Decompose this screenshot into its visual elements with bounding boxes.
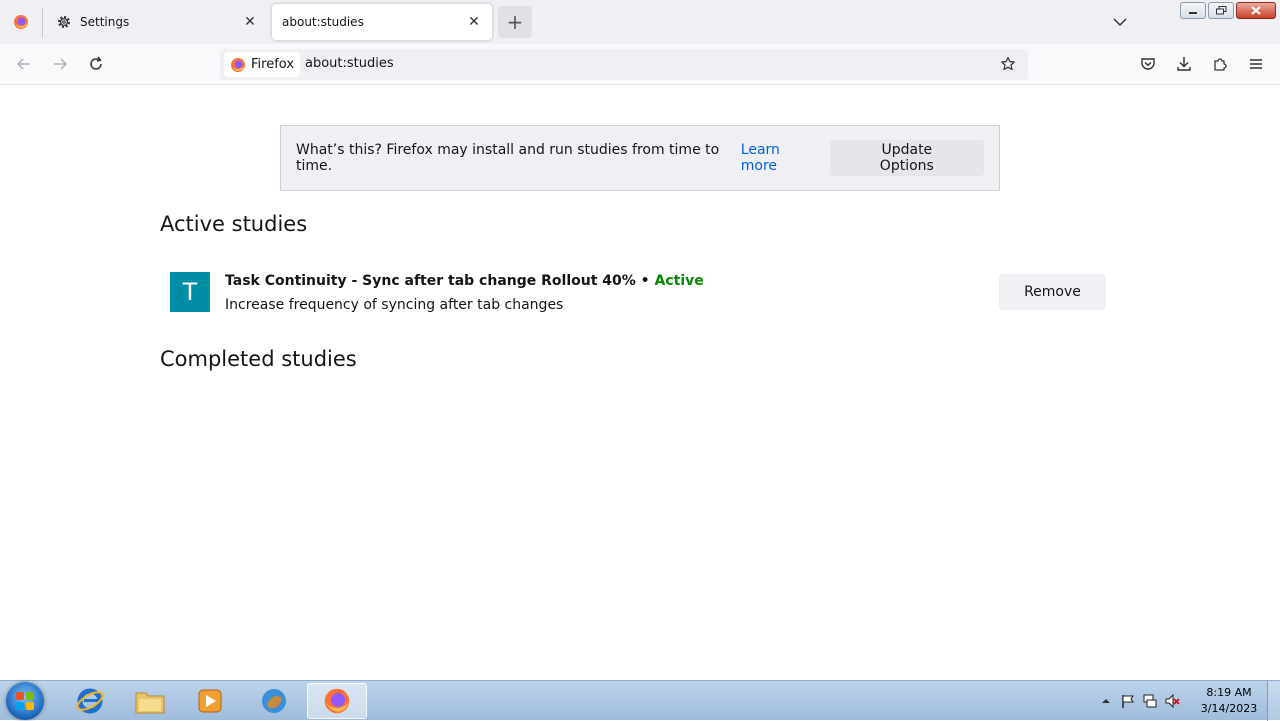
tab-title: about:studies [282,15,364,29]
study-status: Active [654,273,704,289]
media-player-icon [198,689,222,713]
tab-about-studies[interactable]: about:studies ✕ [272,4,492,40]
arrow-right-icon [54,58,68,70]
internet-explorer-icon [76,688,104,714]
hamburger-menu-icon [1250,59,1262,69]
taskbar-firefox[interactable] [307,683,367,719]
volume-tray-icon[interactable] [1164,693,1180,709]
study-item: T Task Continuity - Sync after tab chang… [170,272,1106,313]
pocket-icon [1141,58,1155,70]
taskbar-media-player[interactable] [182,683,238,719]
page-content: What’s this? Firefox may install and run… [0,85,1280,680]
forward-button[interactable] [48,52,72,76]
show-hidden-icons-button[interactable] [1098,693,1114,709]
arrow-left-icon [16,58,30,70]
back-button[interactable] [12,52,36,76]
download-icon [1177,57,1191,71]
network-tray-icon[interactable] [1142,693,1158,709]
firefox-icon [14,15,28,29]
gear-icon [58,16,70,28]
identity-box[interactable]: Firefox [224,52,301,77]
tab-settings[interactable]: Settings ✕ [46,4,268,40]
taskbar-internet-explorer[interactable] [62,683,118,719]
learn-more-link[interactable]: Learn more [741,142,816,174]
volume-muted-icon [1165,693,1180,709]
flag-icon [1122,695,1134,708]
tab-separator [42,8,43,38]
downloads-button[interactable] [1172,52,1196,76]
minimize-icon [1189,11,1197,14]
folder-icon [135,692,165,714]
tab-strip: Settings ✕ about:studies ✕ + [0,0,1280,44]
tab-title: Settings [80,15,130,29]
network-icon [1143,694,1157,708]
update-options-button[interactable]: Update Options [829,140,984,176]
reload-icon [90,56,102,70]
restore-icon [1215,6,1226,15]
taskbar-clock[interactable]: 8:19 AM 3/14/2023 [1196,685,1262,717]
info-text: What’s this? Firefox may install and run… [296,142,720,174]
close-tab-icon[interactable]: ✕ [242,14,258,30]
window-controls [1180,2,1276,19]
chevron-down-icon [1113,18,1127,27]
close-window-button[interactable] [1236,2,1276,19]
study-description: Increase frequency of syncing after tab … [225,297,564,313]
pocket-button[interactable] [1136,52,1160,76]
chevron-up-icon [1102,699,1110,703]
taskbar-app[interactable] [246,683,302,719]
windows-logo-icon [16,692,34,710]
extensions-button[interactable] [1208,52,1232,76]
navigation-toolbar: Firefox about:studies [0,44,1280,85]
restore-button[interactable] [1208,2,1234,19]
minimize-button[interactable] [1180,2,1206,19]
windows-taskbar: 8:19 AM 3/14/2023 [0,680,1280,721]
clock-date: 3/14/2023 [1200,702,1258,715]
action-center-tray-icon[interactable] [1120,693,1136,709]
studies-info-box: What’s this? Firefox may install and run… [280,125,1000,191]
study-title: Task Continuity - Sync after tab change … [225,273,636,289]
system-tray [1098,681,1180,721]
reload-button[interactable] [84,52,108,76]
remove-study-button[interactable]: Remove [999,274,1106,310]
close-icon [1251,6,1261,15]
start-button[interactable] [6,682,44,720]
taskbar-file-explorer[interactable] [122,683,178,719]
bookmark-star-button[interactable] [998,54,1018,74]
app-menu-button[interactable] [1244,52,1268,76]
completed-studies-heading: Completed studies [160,347,357,371]
puzzle-icon [1214,58,1227,71]
firefox-view-button[interactable] [0,4,42,40]
study-title-line: Task Continuity - Sync after tab change … [225,273,704,289]
show-desktop-button[interactable] [1267,681,1280,721]
app-globe-icon [262,689,286,713]
list-all-tabs-button[interactable] [1108,10,1132,34]
close-tab-icon[interactable]: ✕ [466,14,482,30]
new-tab-button[interactable]: + [498,6,532,38]
firefox-icon [231,57,245,72]
study-icon: T [170,272,210,312]
active-studies-heading: Active studies [160,212,308,236]
plus-icon: + [506,10,524,34]
url-bar[interactable]: Firefox about:studies [220,49,1028,80]
study-separator: • [635,273,655,289]
url-input[interactable]: about:studies [305,56,394,71]
identity-label: Firefox [251,57,295,72]
star-icon [1001,56,1015,71]
firefox-icon [324,688,350,714]
clock-time: 8:19 AM [1206,686,1252,699]
